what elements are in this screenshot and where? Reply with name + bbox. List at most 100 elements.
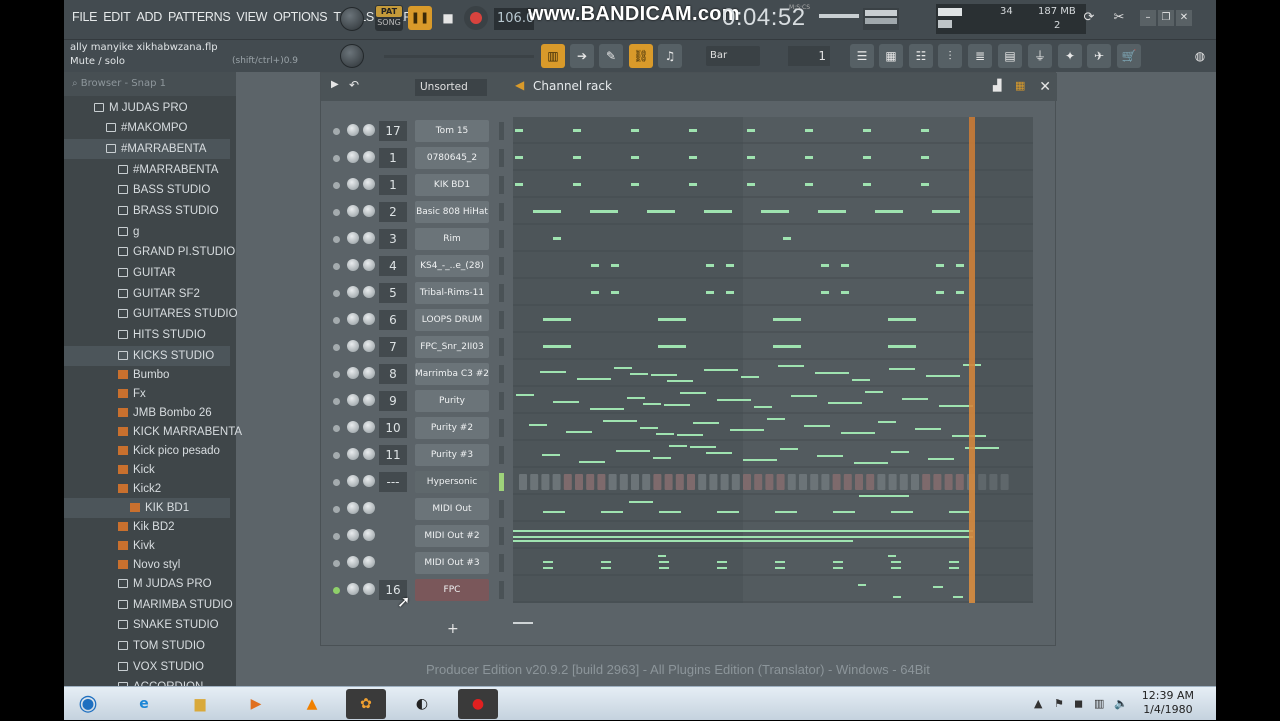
channel-row[interactable]: 1 0780645_2 <box>329 147 515 169</box>
mute-led[interactable] <box>333 506 340 513</box>
mute-led[interactable] <box>333 479 340 486</box>
channel-select-bar[interactable] <box>499 338 504 356</box>
help-button[interactable]: ✈ <box>1087 44 1111 68</box>
browser-item[interactable]: Kick2 <box>64 479 230 499</box>
channel-name-button[interactable]: KS4_-_..e_(28) <box>415 255 489 277</box>
restore-button[interactable]: ❐ <box>1158 10 1174 26</box>
channel-row[interactable]: 2 Basic 808 HiHat <box>329 201 515 223</box>
volume-knob[interactable] <box>347 340 359 352</box>
mute-led[interactable] <box>333 371 340 378</box>
mute-led[interactable] <box>333 398 340 405</box>
mixer-track-number[interactable]: 3 <box>379 229 407 249</box>
browser-item[interactable]: M JUDAS PRO <box>64 98 230 118</box>
volume-knob[interactable] <box>347 259 359 271</box>
browser-item[interactable]: Kick <box>64 460 230 480</box>
browser-item[interactable]: Bumbo <box>64 365 230 385</box>
pattern-tool-button[interactable]: ▥ <box>541 44 565 68</box>
volume-knob[interactable] <box>347 583 359 595</box>
browser-item[interactable]: MARIMBA STUDIO <box>64 595 233 615</box>
browser-item[interactable]: KICK MARRABENTA <box>64 422 242 442</box>
globe-button[interactable]: ◍ <box>1188 44 1212 68</box>
browser-item[interactable]: #MARRABENTA <box>64 139 230 159</box>
system-clock[interactable]: 12:39 AM 1/4/1980 <box>1142 689 1194 717</box>
channel-select-bar[interactable] <box>499 554 504 572</box>
shop-button[interactable]: 🛒 <box>1117 44 1141 68</box>
mixer-track-number[interactable]: 7 <box>379 337 407 357</box>
mute-led[interactable] <box>333 560 340 567</box>
browser-item[interactable]: VOX STUDIO <box>64 657 230 677</box>
mute-led[interactable] <box>333 425 340 432</box>
tools-button[interactable]: ✂ <box>1107 6 1131 30</box>
channel-row[interactable]: 6 LOOPS DRUM <box>329 309 515 331</box>
volume-icon[interactable]: 🔈 <box>1114 697 1128 710</box>
channel-name-button[interactable]: Basic 808 HiHat <box>415 201 489 223</box>
mixer-track-number[interactable] <box>379 499 407 519</box>
browser-item[interactable]: SNAKE STUDIO <box>64 615 230 635</box>
mixer-track-number[interactable]: 1 <box>379 175 407 195</box>
pan-knob[interactable] <box>363 367 375 379</box>
channel-name-button[interactable]: MIDI Out #3 <box>415 552 489 574</box>
channel-select-bar[interactable] <box>499 419 504 437</box>
channel-row[interactable]: 16 FPC <box>329 579 515 601</box>
mixer-track-number[interactable] <box>379 526 407 546</box>
channel-name-button[interactable]: Tom 15 <box>415 120 489 142</box>
channel-name-button[interactable]: Marrimba C3 #2 <box>415 363 489 385</box>
channel-rack-button[interactable]: ☷ <box>909 44 933 68</box>
pan-knob[interactable] <box>363 232 375 244</box>
mute-led[interactable] <box>333 452 340 459</box>
link-tool-button[interactable]: ⛓ <box>629 44 653 68</box>
browser-item[interactable]: JMB Bombo 26 <box>64 403 230 423</box>
mute-led[interactable] <box>333 155 340 162</box>
master-pitch-knob[interactable] <box>340 44 364 68</box>
mute-led[interactable] <box>333 236 340 243</box>
browser-item[interactable]: #MARRABENTA <box>64 160 230 180</box>
project-button[interactable]: ▤ <box>998 44 1022 68</box>
mute-led[interactable] <box>333 182 340 189</box>
mixer-track-number[interactable]: 6 <box>379 310 407 330</box>
close-button[interactable]: ✕ <box>1176 10 1192 26</box>
network-icon[interactable]: ▥ <box>1094 697 1104 710</box>
channel-row[interactable]: --- Hypersonic <box>329 471 515 493</box>
mute-led[interactable] <box>333 290 340 297</box>
start-button[interactable]: ◉ <box>68 689 108 719</box>
flag-icon[interactable]: ⚑ <box>1054 697 1064 710</box>
grid-icon[interactable]: ▦ <box>1015 79 1025 92</box>
record-button[interactable] <box>464 6 488 30</box>
channel-row[interactable]: 4 KS4_-_..e_(28) <box>329 255 515 277</box>
browser-item[interactable]: KIK BD1 <box>64 498 230 518</box>
channel-select-bar[interactable] <box>499 284 504 302</box>
mute-led[interactable] <box>333 587 340 594</box>
add-channel-icon[interactable]: + <box>447 621 459 637</box>
master-volume-knob[interactable] <box>340 7 364 31</box>
browser-item[interactable]: Kik BD2 <box>64 517 230 537</box>
metronome-button[interactable]: ♫ <box>658 44 682 68</box>
mixer-track-number[interactable]: --- <box>379 472 407 492</box>
undo-icon[interactable]: ↶ <box>349 78 359 92</box>
bandicam-taskbar-button[interactable]: ● <box>458 689 498 719</box>
volume-knob[interactable] <box>347 286 359 298</box>
pan-knob[interactable] <box>363 259 375 271</box>
master-slider[interactable] <box>384 55 534 58</box>
browser-item[interactable]: GUITAR SF2 <box>64 284 230 304</box>
piano-roll-button[interactable]: ▦ <box>879 44 903 68</box>
browser-item[interactable]: M JUDAS PRO <box>64 574 230 594</box>
volume-knob[interactable] <box>347 394 359 406</box>
pan-knob[interactable] <box>363 448 375 460</box>
pan-knob[interactable] <box>363 502 375 514</box>
volume-knob[interactable] <box>347 151 359 163</box>
bandicam-tray-icon[interactable]: ◼ <box>1074 697 1083 710</box>
channel-select-bar[interactable] <box>499 473 504 491</box>
vlc-taskbar-button[interactable]: ▲ <box>292 689 332 719</box>
volume-knob[interactable] <box>347 502 359 514</box>
menu-edit[interactable]: EDIT <box>103 10 131 24</box>
mute-led[interactable] <box>333 317 340 324</box>
browser-item[interactable]: TOM STUDIO <box>64 636 230 656</box>
pan-knob[interactable] <box>363 178 375 190</box>
piano-roll-previews[interactable] <box>513 117 1033 603</box>
draw-tool-button[interactable]: ✎ <box>599 44 623 68</box>
channel-name-button[interactable]: MIDI Out <box>415 498 489 520</box>
volume-knob[interactable] <box>347 313 359 325</box>
pan-knob[interactable] <box>363 286 375 298</box>
channel-select-bar[interactable] <box>499 446 504 464</box>
channel-name-button[interactable]: FPC <box>415 579 489 601</box>
